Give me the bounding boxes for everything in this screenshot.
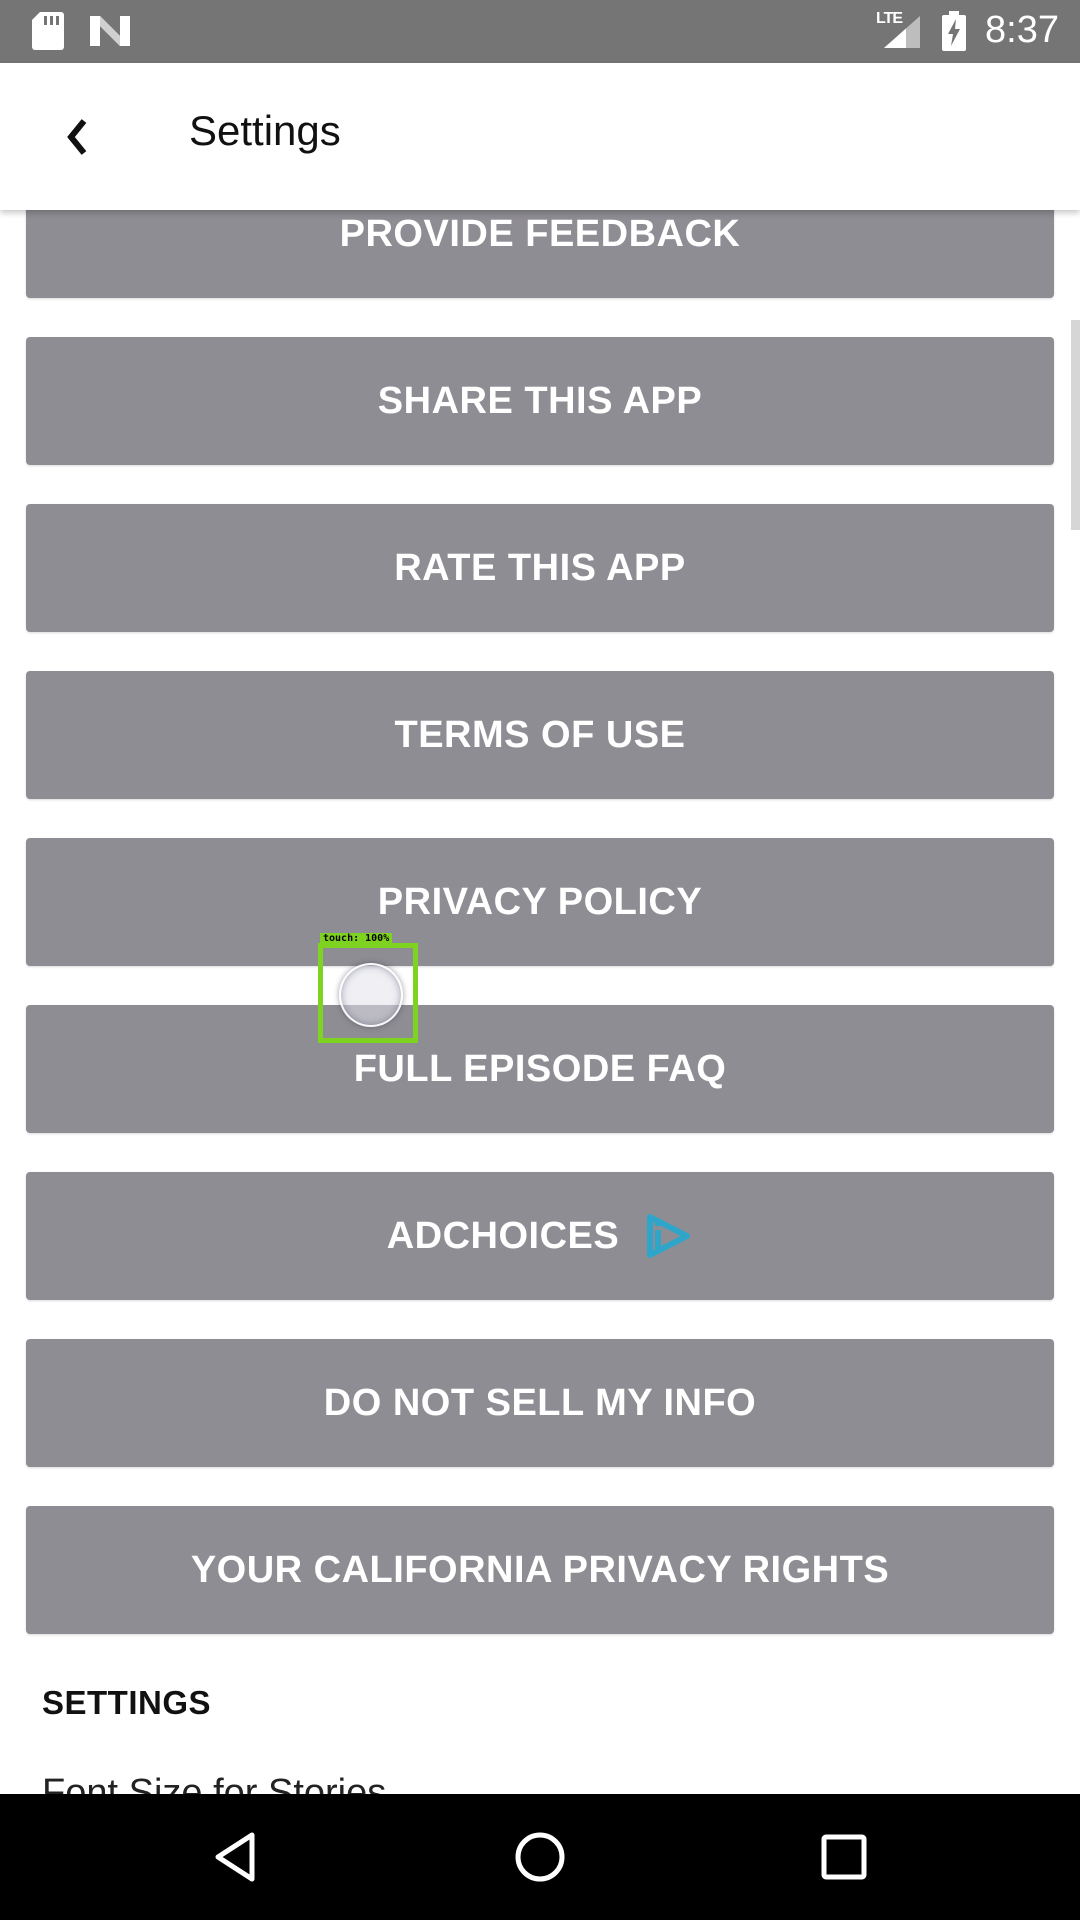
touch-indicator-label: touch: 100% [320,933,393,944]
chevron-left-icon [67,119,87,155]
system-nav-bar [0,1794,1080,1920]
button-label: TERMS OF USE [394,713,686,756]
home-circle-icon[interactable] [510,1827,570,1887]
rate-this-app-button[interactable]: RATE THIS APP [26,504,1054,632]
button-label: DO NOT SELL MY INFO [323,1381,757,1424]
battery-charging-icon [942,11,966,51]
n-icon [90,16,130,46]
app-header: Settings [0,63,1080,210]
share-this-app-button[interactable]: SHARE THIS APP [26,337,1054,465]
button-label: SHARE THIS APP [377,379,703,422]
privacy-policy-button[interactable]: PRIVACY POLICY [26,838,1054,966]
button-label: PRIVACY POLICY [377,880,703,923]
scroll-indicator [1071,320,1080,530]
sd-card-icon [32,12,64,50]
settings-section-heading: SETTINGS [42,1684,212,1721]
back-triangle-icon[interactable] [206,1827,266,1887]
california-privacy-rights-button[interactable]: YOUR CALIFORNIA PRIVACY RIGHTS [26,1506,1054,1634]
page-title: Settings [189,107,341,154]
font-size-setting-label[interactable]: Font Size for Stories [42,1772,386,1794]
signal-icon [884,16,920,48]
back-button[interactable] [52,107,102,167]
settings-content[interactable]: PROVIDE FEEDBACK SHARE THIS APP RATE THI… [0,210,1080,1794]
button-label: YOUR CALIFORNIA PRIVACY RIGHTS [190,1548,890,1591]
adchoices-button[interactable]: ADCHOICES [26,1172,1054,1300]
full-episode-faq-button[interactable]: FULL EPISODE FAQ [26,1005,1054,1133]
button-label: RATE THIS APP [394,546,686,589]
button-label: FULL EPISODE FAQ [353,1047,727,1090]
status-clock: 8:37 [985,9,1059,51]
button-label: ADCHOICES [386,1214,620,1257]
provide-feedback-button[interactable]: PROVIDE FEEDBACK [26,210,1054,298]
do-not-sell-my-info-button[interactable]: DO NOT SELL MY INFO [26,1339,1054,1467]
button-label: PROVIDE FEEDBACK [339,212,741,255]
adchoices-icon [647,1214,691,1258]
status-bar: LTE 8:37 [0,0,1080,63]
touch-point [339,963,403,1027]
terms-of-use-button[interactable]: TERMS OF USE [26,671,1054,799]
recents-square-icon[interactable] [814,1827,874,1887]
